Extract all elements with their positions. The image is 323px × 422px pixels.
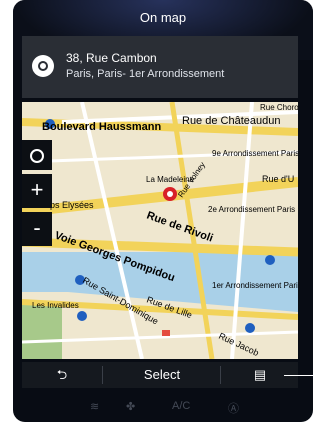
destination-marker-icon <box>163 187 177 201</box>
fan-icon[interactable]: ✤ <box>126 400 135 413</box>
poi-icon[interactable] <box>265 255 275 265</box>
page-title: On map <box>139 10 187 25</box>
auto-climate-icon[interactable]: Ⓐ <box>228 400 239 416</box>
map-label: Rue de Châteaudun <box>182 115 280 127</box>
map-label: Rue de Rivoli <box>145 210 215 245</box>
zoom-in-button[interactable]: + <box>22 174 52 208</box>
back-arrow-icon: ⮌ <box>56 367 68 382</box>
map-label: Rue Choron <box>260 103 298 112</box>
divider <box>220 366 221 384</box>
back-button[interactable]: ⮌ <box>22 362 102 388</box>
climate-bar: ≋ ✤ A/C Ⓐ <box>22 392 298 422</box>
map-label: 2e Arrondissement Paris <box>208 205 295 214</box>
map-label: 1er Arrondissement Paris <box>212 281 298 290</box>
destination-icon <box>32 55 54 77</box>
map-view[interactable]: Boulevard Haussmann Rue de Châteaudun Ru… <box>22 102 298 359</box>
select-button[interactable]: Select <box>104 362 220 388</box>
map-label: Boulevard Haussmann <box>42 121 161 133</box>
poi-icon[interactable] <box>245 323 255 333</box>
map-label: Les Invalides <box>32 301 79 310</box>
zoom-out-button[interactable]: - <box>22 212 52 246</box>
divider <box>102 366 103 384</box>
callout-line <box>284 375 316 376</box>
address-line-1: 38, Rue Cambon <box>66 51 157 65</box>
crosshair-icon <box>30 149 44 163</box>
map-label: 9e Arrondissement Paris <box>212 149 298 158</box>
poi-icon[interactable] <box>162 330 170 336</box>
bottom-toolbar: ⮌ Select ▤ <box>22 362 298 388</box>
ac-button[interactable]: A/C <box>172 400 190 412</box>
poi-icon[interactable] <box>77 311 87 321</box>
map-label: Rue d'U <box>262 174 294 184</box>
address-line-2: Paris, Paris- 1er Arrondissement <box>66 68 225 80</box>
recenter-button[interactable] <box>22 140 52 170</box>
seat-heating-icon[interactable]: ≋ <box>90 400 99 413</box>
address-panel[interactable]: 38, Rue Cambon Paris, Paris- 1er Arrondi… <box>22 36 298 98</box>
list-icon: ▤ <box>253 367 267 382</box>
